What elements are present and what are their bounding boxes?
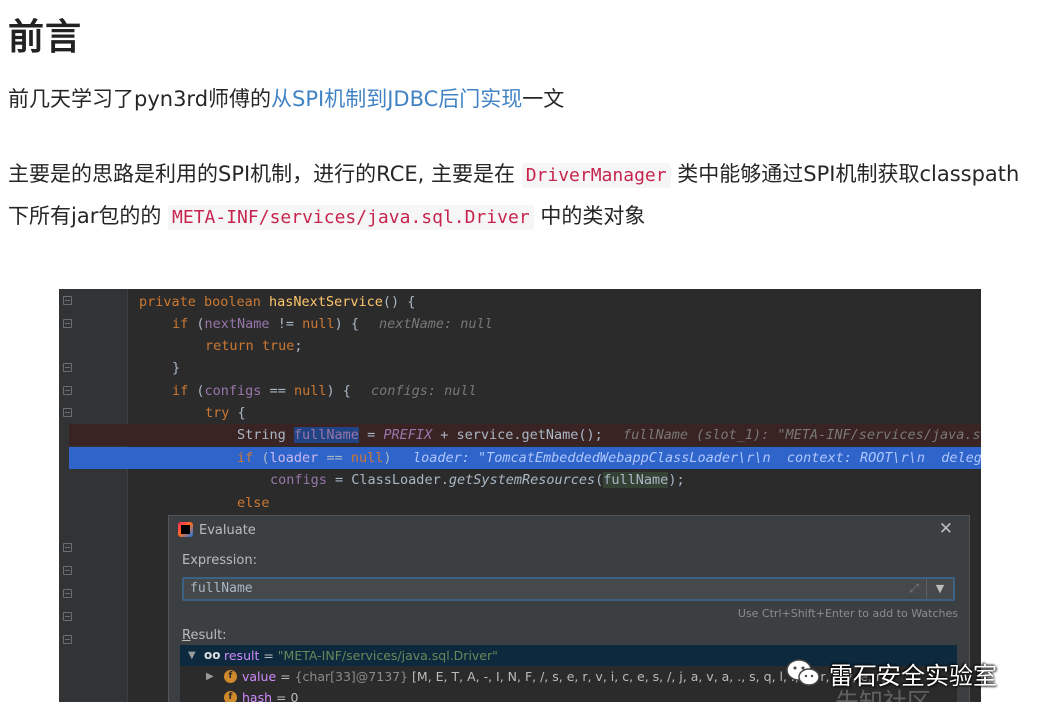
code-line: return true; xyxy=(127,335,981,357)
code-keyword: null xyxy=(350,450,384,466)
tree-node-name: hash xyxy=(242,690,273,702)
code-text: ) { xyxy=(334,316,359,332)
code-line: if (configs == null) { configs: null xyxy=(127,380,981,402)
intro-paragraph: 前几天学习了pyn3rd师傅的从SPI机制到JDBC后门实现一文 xyxy=(8,79,564,120)
code-constant: PREFIX xyxy=(383,427,433,443)
result-label: Result: xyxy=(182,628,227,643)
code-line: configs = ClassLoader.getSystemResources… xyxy=(127,469,981,491)
code-text: ) { xyxy=(326,383,351,399)
tree-node-eq: = xyxy=(272,690,291,702)
code-line: private boolean hasNextService() { xyxy=(127,291,981,313)
code-text: ( xyxy=(188,316,205,332)
code-field: loader xyxy=(269,450,319,466)
watches-hint: Use Ctrl+Shift+Enter to add to Watches xyxy=(737,607,958,620)
fold-marker-icon[interactable] xyxy=(63,543,72,552)
summary-text-c: 中的类对象 xyxy=(540,204,646,228)
fold-marker-icon[interactable] xyxy=(63,589,72,598)
code-field: configs xyxy=(204,383,262,399)
code-text: != xyxy=(269,316,303,332)
watch-glasses-icon: oo xyxy=(204,648,221,662)
tree-node-value: "META-INF/services/java.sql.Driver" xyxy=(277,648,498,663)
code-text: + service.getName(); xyxy=(432,427,603,443)
result-label-text: esult: xyxy=(190,628,227,643)
code-line: try { xyxy=(127,402,981,424)
code-line: else xyxy=(127,492,981,514)
intellij-logo-icon xyxy=(178,522,193,537)
code-keyword: null xyxy=(293,383,327,399)
expression-field[interactable]: ⤢ ▼ xyxy=(182,577,955,601)
dropdown-icon[interactable]: ▼ xyxy=(926,579,953,599)
tree-arrow-icon[interactable]: ▶ xyxy=(206,666,214,687)
expression-input[interactable] xyxy=(190,579,890,599)
fold-marker-icon[interactable] xyxy=(63,319,72,328)
code-keyword: try xyxy=(205,405,230,421)
code-text: { xyxy=(229,405,246,421)
fold-marker-icon[interactable] xyxy=(63,408,72,417)
expression-label: Expression: xyxy=(182,553,257,568)
code-keyword: else xyxy=(237,495,270,511)
code-text: = ClassLoader. xyxy=(326,472,449,488)
code-field: nextName xyxy=(204,316,270,332)
close-icon[interactable]: ✕ xyxy=(939,519,953,539)
tree-node-eq: = xyxy=(259,648,278,663)
article-link[interactable]: 从SPI机制到JDBC后门实现 xyxy=(271,87,522,111)
code-text: ; xyxy=(294,338,303,354)
tree-node-name: result xyxy=(224,648,260,663)
inline-code-drivermanager: DriverManager xyxy=(521,163,671,188)
code-line-execution-point: if (loader == null) loader: "TomcatEmbed… xyxy=(69,447,981,469)
code-text: ); xyxy=(668,472,685,488)
code-text: } xyxy=(172,360,181,376)
inline-debug-hint: nextName: null xyxy=(379,316,493,332)
code-line: } xyxy=(127,357,981,379)
inline-debug-hint: configs: null xyxy=(371,383,477,399)
page-heading: 前言 xyxy=(8,17,83,58)
inline-debug-hint: fullName (slot_1): "META-INF/services/ja… xyxy=(623,427,981,443)
code-keyword: if xyxy=(237,450,254,466)
intro-text-before: 前几天学习了pyn3rd师傅的 xyxy=(8,87,272,111)
summary-paragraph: 主要是的思路是利用的SPI机制，进行的RCE, 主要是在 DriverManag… xyxy=(8,154,1033,238)
code-static-method: getSystemResources xyxy=(448,472,596,488)
code-text: = xyxy=(358,427,384,443)
code-line-breakpoint: String fullName = PREFIX + service.getNa… xyxy=(69,424,981,446)
tree-node-name: value xyxy=(242,669,277,684)
fold-marker-icon[interactable] xyxy=(63,296,72,305)
inline-code-services-path: META-INF/services/java.sql.Driver xyxy=(168,205,534,230)
intro-text-after: 一文 xyxy=(522,87,565,111)
summary-text-a: 主要是的思路是利用的SPI机制，进行的RCE, 主要是在 xyxy=(8,162,516,186)
field-icon: f xyxy=(224,670,237,683)
fold-marker-icon[interactable] xyxy=(63,612,72,621)
code-keyword: null xyxy=(302,316,335,332)
watermark-text: 雷石安全实验室 xyxy=(829,662,997,690)
tree-node-type: {char[33]@7137} xyxy=(294,669,409,684)
code-text: ( xyxy=(188,383,205,399)
code-keyword: private boolean xyxy=(139,294,270,310)
code-text: () { xyxy=(382,294,416,310)
fold-marker-icon[interactable] xyxy=(63,566,72,575)
code-variable-selected: fullName xyxy=(293,427,359,443)
code-text: ) xyxy=(383,450,392,466)
fold-marker-icon[interactable] xyxy=(63,635,72,644)
dialog-title: Evaluate xyxy=(199,523,256,538)
ide-screenshot: private boolean hasNextService() { if (n… xyxy=(59,289,981,702)
expand-icon[interactable]: ⤢ xyxy=(909,581,919,596)
tree-node-value: 0 xyxy=(290,690,299,702)
fold-marker-icon[interactable] xyxy=(63,363,72,372)
fold-marker-icon[interactable] xyxy=(63,386,72,395)
inline-debug-hint: loader: "TomcatEmbeddedWebappClassLoader… xyxy=(413,450,981,466)
code-keyword: return true xyxy=(205,338,295,354)
code-text: ( xyxy=(253,450,270,466)
tree-node-eq: = xyxy=(276,669,295,684)
code-text: == xyxy=(318,450,351,466)
code-method-name: hasNextService xyxy=(269,294,383,310)
field-icon: f xyxy=(224,691,237,702)
code-field: configs xyxy=(270,472,327,488)
code-keyword: if xyxy=(172,383,189,399)
code-variable-usage: fullName xyxy=(603,472,669,488)
code-line: if (nextName != null) { nextName: null xyxy=(127,313,981,335)
wechat-icon xyxy=(785,658,821,688)
tree-arrow-icon[interactable]: ▼ xyxy=(188,645,196,666)
code-keyword: if xyxy=(172,316,189,332)
code-text: String xyxy=(237,427,294,443)
code-text: == xyxy=(261,383,294,399)
